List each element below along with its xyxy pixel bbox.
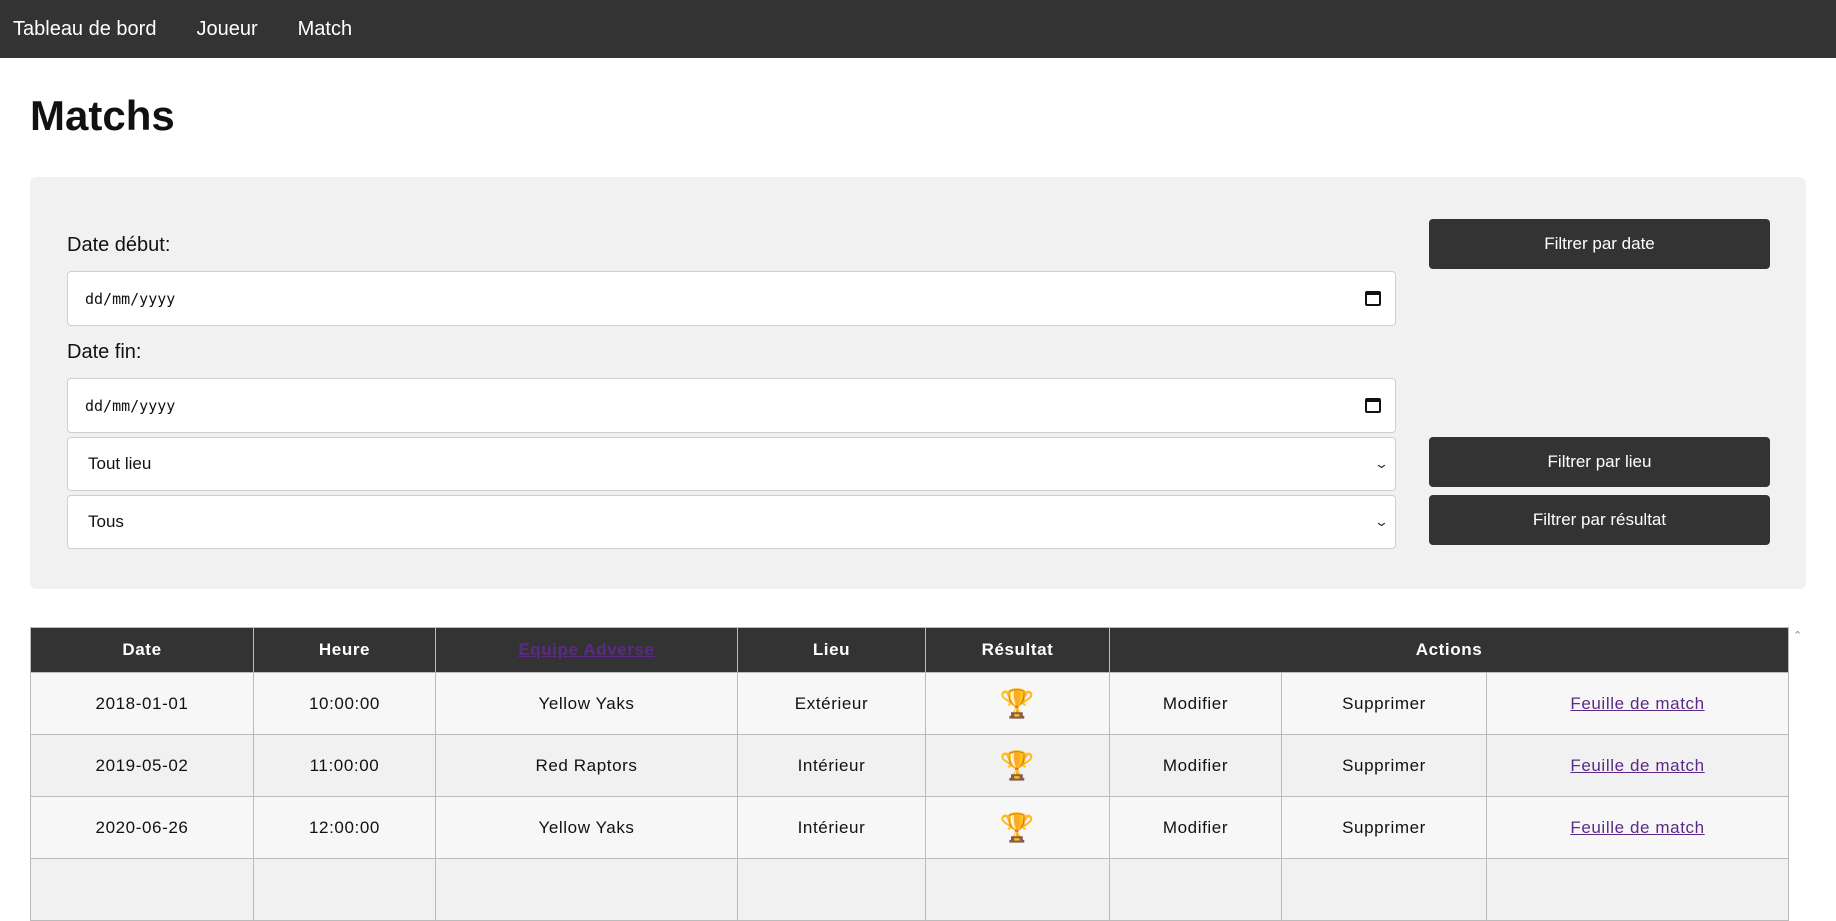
match-sheet-link[interactable]: Feuille de match (1570, 756, 1704, 775)
delete-action[interactable]: Supprimer (1281, 796, 1487, 859)
matches-table: Date Heure Equipe Adverse Lieu Résultat … (30, 627, 1790, 921)
date-end-input[interactable]: dd/mm/yyyy (67, 378, 1396, 433)
result-select-value: Tous (88, 512, 124, 531)
result-select[interactable]: Tous ⌄ (67, 495, 1396, 549)
edit-action[interactable]: Modifier (1109, 734, 1282, 797)
header-actions: Actions (1108, 627, 1790, 673)
cell-result: 🏆 (925, 796, 1110, 859)
page-title: Matchs (30, 92, 175, 139)
date-end-placeholder: dd/mm/yyyy (85, 396, 176, 415)
cell-location: Intérieur (737, 796, 926, 859)
edit-action[interactable]: Modifier (1109, 672, 1282, 735)
matches-table-container: Date Heure Equipe Adverse Lieu Résultat … (30, 627, 1790, 921)
header-result[interactable]: Résultat (925, 627, 1110, 673)
cell-time: 11:00:00 (253, 734, 436, 797)
cell-opponent: Yellow Yaks (435, 796, 738, 859)
filter-by-result-button[interactable]: Filtrer par résultat (1429, 495, 1770, 545)
header-date[interactable]: Date (30, 627, 254, 673)
table-row: 2018-01-01 10:00:00 Yellow Yaks Extérieu… (30, 672, 1790, 735)
cell-location: Extérieur (737, 672, 926, 735)
cell-result: 🏆 (925, 672, 1110, 735)
filter-by-date-button[interactable]: Filtrer par date (1429, 219, 1770, 269)
date-start-label: Date début: (67, 234, 171, 256)
cell-sheet: Feuille de match (1485, 796, 1790, 859)
filter-by-location-button[interactable]: Filtrer par lieu (1429, 437, 1770, 487)
nav-link-player[interactable]: Joueur (196, 0, 257, 58)
edit-action[interactable]: Modifier (1109, 796, 1282, 859)
cell-date: 2019-05-02 (30, 734, 254, 797)
cell-location: Intérieur (737, 734, 926, 797)
cell-date: 2018-01-01 (30, 672, 254, 735)
location-select[interactable]: Tout lieu ⌄ (67, 437, 1396, 491)
cell-sheet: Feuille de match (1485, 672, 1790, 735)
scroll-up-icon[interactable]: ⌃ (1793, 629, 1802, 642)
cell-result: 🏆 (925, 734, 1110, 797)
delete-action[interactable]: Supprimer (1281, 672, 1487, 735)
location-select-value: Tout lieu (88, 454, 152, 473)
table-row: 2020-06-26 12:00:00 Yellow Yaks Intérieu… (30, 796, 1790, 859)
match-sheet-link[interactable]: Feuille de match (1570, 818, 1704, 837)
cell-time: 12:00:00 (253, 796, 436, 859)
trophy-gold-icon: 🏆 (999, 687, 1036, 719)
top-navbar: Tableau de bord Joueur Match (0, 0, 1836, 58)
cell-date: 2020-06-26 (30, 796, 254, 859)
table-row: 2019-05-02 11:00:00 Red Raptors Intérieu… (30, 734, 1790, 797)
cell-opponent: Red Raptors (435, 734, 738, 797)
header-time[interactable]: Heure (253, 627, 436, 673)
nav-link-dashboard[interactable]: Tableau de bord (13, 0, 156, 58)
date-start-placeholder: dd/mm/yyyy (85, 289, 176, 308)
chevron-down-icon: ⌄ (1373, 456, 1390, 471)
cell-sheet: Feuille de match (1485, 734, 1790, 797)
date-start-input[interactable]: dd/mm/yyyy (67, 271, 1396, 326)
header-location[interactable]: Lieu (737, 627, 926, 673)
chevron-down-icon: ⌄ (1373, 514, 1390, 529)
table-header-row: Date Heure Equipe Adverse Lieu Résultat … (30, 627, 1790, 673)
nav-link-match[interactable]: Match (298, 0, 352, 58)
cell-opponent: Yellow Yaks (435, 672, 738, 735)
calendar-icon[interactable] (1365, 398, 1381, 413)
filter-panel: Date début: dd/mm/yyyy Date fin: dd/mm/y… (30, 177, 1806, 589)
trophy-gold-icon: 🏆 (999, 811, 1036, 843)
header-opponent[interactable]: Equipe Adverse (435, 627, 738, 673)
date-end-label: Date fin: (67, 341, 142, 363)
trophy-silver-icon: 🏆 (999, 749, 1036, 781)
calendar-icon[interactable] (1365, 291, 1381, 306)
opponent-sort-link[interactable]: Equipe Adverse (518, 640, 654, 659)
cell-time: 10:00:00 (253, 672, 436, 735)
delete-action[interactable]: Supprimer (1281, 734, 1487, 797)
match-sheet-link[interactable]: Feuille de match (1570, 694, 1704, 713)
